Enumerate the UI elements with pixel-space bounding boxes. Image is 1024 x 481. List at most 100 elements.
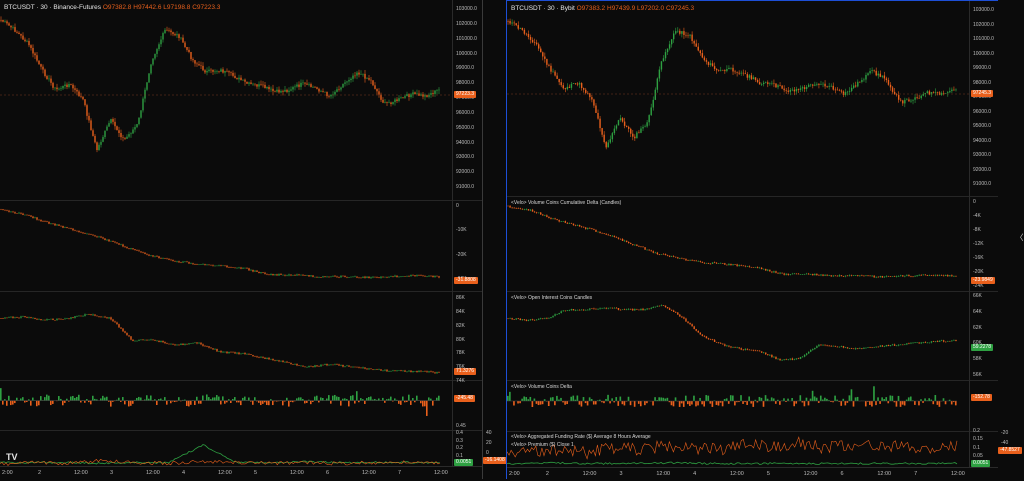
candle-body xyxy=(324,276,325,277)
candle-body xyxy=(898,276,899,277)
candle-body xyxy=(536,320,537,321)
candle-body xyxy=(681,317,682,318)
candle-body xyxy=(190,263,191,264)
left-cvd-pane[interactable] xyxy=(0,201,452,291)
candle-body xyxy=(368,78,369,80)
candle-body xyxy=(384,370,385,371)
right-cvd-badge: -23.9849 xyxy=(971,277,995,284)
candle-body xyxy=(716,263,717,264)
candle-body xyxy=(398,370,399,371)
candle-body xyxy=(794,90,795,92)
candle-body xyxy=(180,344,181,345)
candle-body xyxy=(601,233,602,234)
candle-body xyxy=(738,265,739,266)
candle-body xyxy=(80,232,81,233)
left-price-pane[interactable] xyxy=(0,0,452,200)
right-volume-delta-pane[interactable] xyxy=(507,381,969,431)
candle-body xyxy=(708,263,709,264)
right-chart[interactable]: BTCUSDT · 30 · Bybit O97383.2 H97439.9 L… xyxy=(506,0,998,479)
volume-delta-bar xyxy=(266,401,268,405)
right-price-pane[interactable] xyxy=(507,1,969,196)
candle-body xyxy=(156,49,157,54)
candle-body xyxy=(653,307,654,308)
candle-body xyxy=(620,239,621,240)
candle-body xyxy=(722,263,723,264)
candle-body xyxy=(814,85,815,86)
right-oi-pane[interactable] xyxy=(507,292,969,380)
volume-delta-bar xyxy=(402,397,404,401)
collapse-panel-icon[interactable]: 〈 xyxy=(1015,232,1024,246)
candle-body xyxy=(869,71,870,73)
candle-body xyxy=(336,277,337,278)
left-price-axis[interactable]: 103000.0102000.0101000.0100000.099000.09… xyxy=(452,0,483,466)
funding-rate-line xyxy=(507,437,957,459)
volume-delta-bar xyxy=(624,401,626,405)
left-chart[interactable]: BTCUSDT · 30 · Binance-Futures O97382.8 … xyxy=(0,0,482,479)
left-oi-pane[interactable] xyxy=(0,292,452,380)
right-cvd-pane[interactable] xyxy=(507,197,969,291)
candle-body xyxy=(878,347,879,348)
candle-body xyxy=(622,309,623,310)
candle-body xyxy=(863,348,864,349)
candle-body xyxy=(338,277,339,278)
volume-delta-bar xyxy=(354,401,356,404)
candle-body xyxy=(8,23,9,25)
candle-body xyxy=(636,132,637,138)
time-axis-label: 7 xyxy=(398,470,401,476)
right-price-axis[interactable]: 103000.0102000.0101000.0100000.099000.09… xyxy=(969,1,1000,467)
candle-body xyxy=(94,235,95,236)
candle-body xyxy=(524,30,525,34)
candle-body xyxy=(354,367,355,368)
candle-body xyxy=(632,244,633,245)
volume-delta-bar xyxy=(724,399,726,401)
candle-body xyxy=(214,266,215,267)
chart-divider[interactable] xyxy=(482,0,483,479)
candle-body xyxy=(824,84,825,87)
candle-body xyxy=(593,229,594,230)
candle-body xyxy=(366,78,367,79)
candle-body xyxy=(128,248,129,249)
candle-body xyxy=(804,87,805,89)
candle-body xyxy=(12,317,13,318)
candle-body xyxy=(691,260,692,261)
volume-delta-bar xyxy=(240,401,242,406)
candle-body xyxy=(358,278,359,279)
candle-body xyxy=(12,27,13,28)
volume-delta-bar xyxy=(552,397,554,401)
candle-body xyxy=(418,94,419,96)
candle-body xyxy=(80,96,81,97)
candle-body xyxy=(274,274,275,275)
volume-delta-bar xyxy=(644,401,646,405)
candle-body xyxy=(630,129,631,134)
candle-body xyxy=(749,75,750,77)
axis-tick-label: 0.1 xyxy=(456,453,463,459)
candle-body xyxy=(296,364,297,365)
candle-body xyxy=(710,264,711,265)
candle-body xyxy=(937,92,938,93)
candle-body xyxy=(216,266,217,267)
candle-body xyxy=(288,274,289,275)
volume-delta-bar xyxy=(697,401,699,405)
candle-body xyxy=(138,250,139,251)
left-funding-pane[interactable] xyxy=(0,431,452,466)
candle-body xyxy=(824,345,825,346)
candle-body xyxy=(212,70,213,72)
candle-body xyxy=(890,345,891,346)
candle-body xyxy=(698,331,699,333)
candle-body xyxy=(404,276,405,277)
volume-delta-bar xyxy=(746,401,748,405)
left-time-axis[interactable]: 2:00212:00312:00412:00512:00612:00712:00 xyxy=(0,466,482,480)
candle-body xyxy=(30,317,31,318)
axis-tick-label: -16K xyxy=(973,255,984,261)
candle-body xyxy=(563,85,564,88)
candle-body xyxy=(638,132,639,133)
left-volume-delta-pane[interactable] xyxy=(0,381,452,430)
candle-body xyxy=(244,353,245,354)
candle-body xyxy=(156,256,157,257)
candle-body xyxy=(286,90,287,92)
time-axis-label: 12:00 xyxy=(362,470,376,476)
candle-body xyxy=(348,80,349,81)
candle-body xyxy=(150,255,151,256)
candle-body xyxy=(740,348,741,349)
candle-body xyxy=(941,275,942,276)
